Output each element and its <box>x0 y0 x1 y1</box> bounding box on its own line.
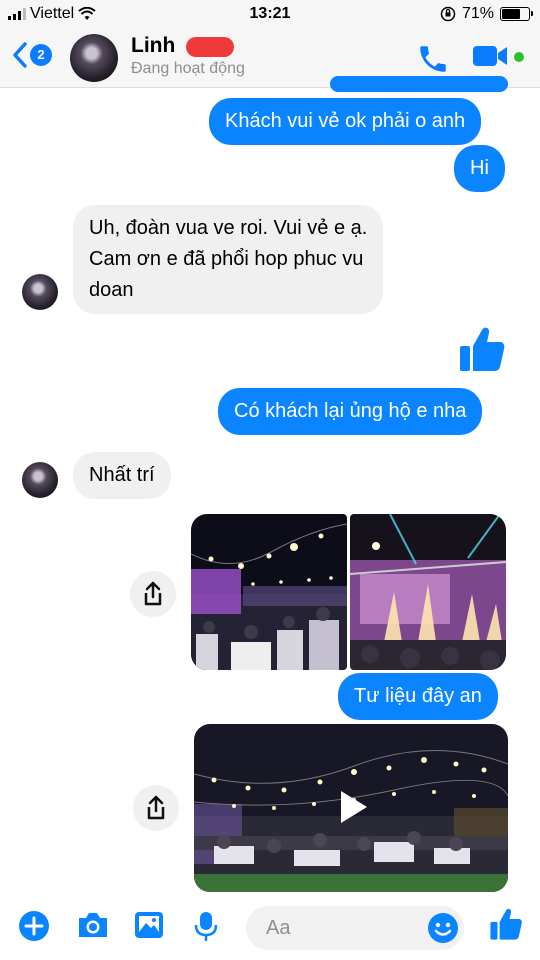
status-bar: Viettel 13:21 71% <box>0 0 540 30</box>
microphone-icon[interactable] <box>194 910 218 942</box>
sender-avatar[interactable] <box>22 462 58 498</box>
emoji-icon[interactable] <box>427 912 459 944</box>
video-message[interactable] <box>194 724 508 892</box>
message-line: doan <box>89 279 134 301</box>
contact-status: Đang hoạt động <box>131 60 245 77</box>
message-incoming[interactable]: Uh, đoàn vua ve roi. Vui vẻ e ạ. Cam ơn … <box>73 205 384 314</box>
message-line: Uh, đoàn vua ve roi. Vui vẻ e ạ. <box>89 217 368 239</box>
message-list: Khách vui vẻ ok phải o anh Hi Uh, đoàn v… <box>0 76 540 896</box>
message-outgoing[interactable]: Hi <box>454 145 505 192</box>
contact-name[interactable]: Linh <box>131 34 175 58</box>
message-outgoing[interactable]: Có khách lại ủng hộ e nha <box>218 388 483 435</box>
composer-bar <box>0 896 540 960</box>
status-right: 71% <box>440 5 533 23</box>
message-outgoing[interactable]: Khách vui vẻ ok phải o anh <box>209 98 482 145</box>
share-icon <box>144 581 162 606</box>
battery-icon <box>500 7 533 21</box>
name-redaction-mark <box>186 37 234 57</box>
online-indicator <box>514 52 524 62</box>
back-button[interactable]: 2 <box>12 42 52 68</box>
share-button[interactable] <box>130 571 176 617</box>
battery-percent: 71% <box>461 5 494 22</box>
play-icon[interactable] <box>327 783 375 831</box>
unread-count-badge: 2 <box>30 44 52 66</box>
message-outgoing[interactable]: Tư liệu đây an <box>338 673 498 720</box>
like-icon[interactable] <box>489 906 523 942</box>
sender-avatar[interactable] <box>22 274 58 310</box>
thumbs-up-icon[interactable] <box>458 324 506 374</box>
share-button[interactable] <box>133 785 179 831</box>
message-incoming[interactable]: Nhất trí <box>73 452 171 499</box>
camera-icon[interactable] <box>76 910 110 940</box>
share-icon <box>147 795 165 820</box>
event-photo-1[interactable] <box>191 514 347 670</box>
back-chevron-icon <box>13 42 27 68</box>
contact-avatar[interactable] <box>70 34 118 82</box>
phone-icon[interactable] <box>416 42 450 76</box>
orientation-lock-icon <box>440 6 456 22</box>
event-photo-2[interactable] <box>350 514 506 670</box>
image-icon[interactable] <box>133 910 165 940</box>
plus-icon[interactable] <box>18 910 50 942</box>
video-camera-icon[interactable] <box>472 44 510 68</box>
message-bubble-partial[interactable] <box>330 76 508 92</box>
message-line: Cam ơn e đã phổi hop phuc vu <box>89 248 364 270</box>
